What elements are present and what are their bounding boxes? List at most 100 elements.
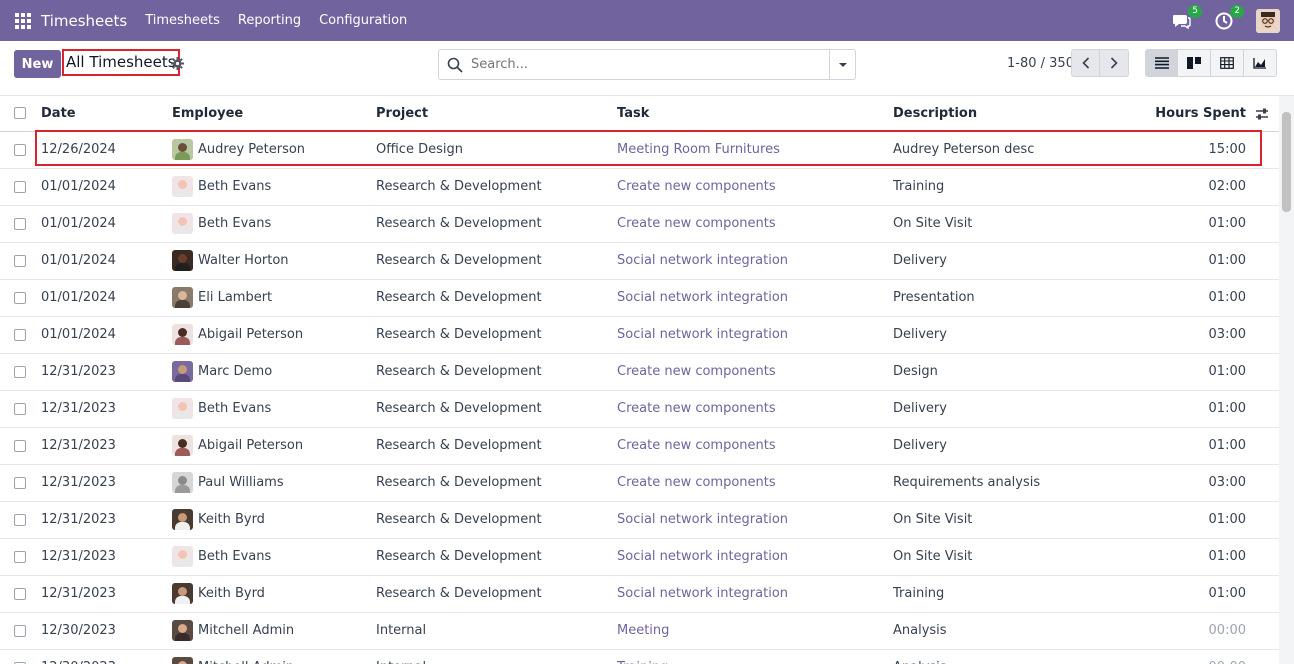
cell-project[interactable]: Research & Development: [376, 316, 617, 354]
cell-hours-spent[interactable]: 01:00: [1113, 205, 1279, 243]
cell-task[interactable]: Meeting: [617, 612, 893, 650]
row-checkbox-cell[interactable]: [0, 242, 34, 280]
cell-description[interactable]: On Site Visit: [893, 205, 1113, 243]
row-checkbox[interactable]: [14, 180, 26, 193]
table-row[interactable]: 01/01/2024 Eli Lambert Research & Develo…: [0, 279, 1279, 317]
activities-clock-icon[interactable]: 2: [1214, 4, 1244, 31]
cell-description[interactable]: Analysis: [893, 649, 1113, 664]
cell-project[interactable]: Research & Development: [376, 427, 617, 465]
cell-task[interactable]: Create new components: [617, 205, 893, 243]
row-checkbox[interactable]: [14, 254, 26, 267]
row-checkbox[interactable]: [14, 439, 26, 452]
messages-icon[interactable]: 5: [1172, 4, 1202, 31]
cell-hours-spent[interactable]: 01:00: [1113, 538, 1279, 576]
row-checkbox[interactable]: [14, 476, 26, 489]
pager-next-button[interactable]: [1100, 49, 1129, 77]
cell-hours-spent[interactable]: 01:00: [1113, 501, 1279, 539]
row-checkbox-cell[interactable]: [0, 538, 34, 576]
cell-date[interactable]: 12/31/2023: [34, 538, 172, 576]
cell-employee[interactable]: Paul Williams: [172, 464, 376, 502]
column-project[interactable]: Project: [376, 96, 617, 132]
column-hours-spent[interactable]: Hours Spent: [1113, 96, 1279, 132]
cell-date[interactable]: 12/31/2023: [34, 427, 172, 465]
vertical-scrollbar[interactable]: [1279, 96, 1294, 664]
select-all-checkbox[interactable]: [14, 107, 26, 120]
cell-description[interactable]: Audrey Peterson desc: [893, 131, 1113, 169]
cell-description[interactable]: Delivery: [893, 390, 1113, 428]
row-checkbox[interactable]: [14, 143, 26, 156]
cell-task[interactable]: Create new components: [617, 390, 893, 428]
table-row[interactable]: 01/01/2024 Walter Horton Research & Deve…: [0, 242, 1279, 280]
table-row[interactable]: 12/31/2023 Paul Williams Research & Deve…: [0, 464, 1279, 502]
cell-date[interactable]: 12/30/2023: [34, 649, 172, 664]
cell-hours-spent[interactable]: 01:00: [1113, 242, 1279, 280]
table-row[interactable]: 12/31/2023 Beth Evans Research & Develop…: [0, 390, 1279, 428]
cell-task[interactable]: Create new components: [617, 168, 893, 206]
cell-description[interactable]: Training: [893, 168, 1113, 206]
row-checkbox-cell[interactable]: [0, 612, 34, 650]
cell-task[interactable]: Training: [617, 649, 893, 664]
cell-employee[interactable]: Beth Evans: [172, 390, 376, 428]
column-employee[interactable]: Employee: [172, 96, 376, 132]
cell-employee[interactable]: Mitchell Admin: [172, 649, 376, 664]
cell-date[interactable]: 12/31/2023: [34, 390, 172, 428]
cell-task[interactable]: Social network integration: [617, 501, 893, 539]
table-row[interactable]: 12/30/2023 Mitchell Admin Internal Train…: [0, 649, 1279, 664]
cell-hours-spent[interactable]: 03:00: [1113, 316, 1279, 354]
cell-date[interactable]: 01/01/2024: [34, 242, 172, 280]
column-task[interactable]: Task: [617, 96, 893, 132]
row-checkbox-cell[interactable]: [0, 575, 34, 613]
cell-employee[interactable]: Abigail Peterson: [172, 427, 376, 465]
table-row[interactable]: 12/31/2023 Abigail Peterson Research & D…: [0, 427, 1279, 465]
search-options-toggle[interactable]: [829, 50, 855, 79]
cell-employee[interactable]: Audrey Peterson: [172, 131, 376, 169]
row-checkbox-cell[interactable]: [0, 501, 34, 539]
search-input[interactable]: [471, 57, 811, 72]
app-brand[interactable]: Timesheets: [41, 12, 127, 30]
cell-description[interactable]: Presentation: [893, 279, 1113, 317]
cell-task[interactable]: Create new components: [617, 353, 893, 391]
table-row[interactable]: 12/31/2023 Keith Byrd Research & Develop…: [0, 575, 1279, 613]
cell-employee[interactable]: Mitchell Admin: [172, 612, 376, 650]
row-checkbox[interactable]: [14, 402, 26, 415]
table-row[interactable]: 01/01/2024 Beth Evans Research & Develop…: [0, 205, 1279, 243]
column-description[interactable]: Description: [893, 96, 1113, 132]
cell-task[interactable]: Create new components: [617, 464, 893, 502]
cell-task[interactable]: Meeting Room Furnitures: [617, 131, 893, 169]
pager-previous-button[interactable]: [1071, 49, 1100, 77]
row-checkbox-cell[interactable]: [0, 390, 34, 428]
cell-description[interactable]: Delivery: [893, 316, 1113, 354]
cell-employee[interactable]: Walter Horton: [172, 242, 376, 280]
user-avatar[interactable]: [1256, 8, 1280, 33]
menu-reporting[interactable]: Reporting: [238, 13, 301, 28]
cell-task[interactable]: Social network integration: [617, 575, 893, 613]
cell-project[interactable]: Internal: [376, 649, 617, 664]
cell-employee[interactable]: Keith Byrd: [172, 501, 376, 539]
menu-timesheets[interactable]: Timesheets: [145, 13, 220, 28]
row-checkbox-cell[interactable]: [0, 168, 34, 206]
pivot-view-button[interactable]: [1211, 49, 1244, 77]
cell-date[interactable]: 12/30/2023: [34, 612, 172, 650]
row-checkbox[interactable]: [14, 291, 26, 304]
row-checkbox-cell[interactable]: [0, 316, 34, 354]
cell-project[interactable]: Research & Development: [376, 205, 617, 243]
cell-project[interactable]: Research & Development: [376, 464, 617, 502]
cell-hours-spent[interactable]: 01:00: [1113, 390, 1279, 428]
table-row[interactable]: 12/31/2023 Beth Evans Research & Develop…: [0, 538, 1279, 576]
row-checkbox-cell[interactable]: [0, 649, 34, 664]
cell-employee[interactable]: Beth Evans: [172, 168, 376, 206]
cell-hours-spent[interactable]: 00:00: [1113, 612, 1279, 650]
cell-task[interactable]: Social network integration: [617, 242, 893, 280]
menu-configuration[interactable]: Configuration: [319, 13, 407, 28]
cell-hours-spent[interactable]: 01:00: [1113, 279, 1279, 317]
cell-project[interactable]: Research & Development: [376, 390, 617, 428]
graph-view-button[interactable]: [1244, 49, 1277, 77]
row-checkbox[interactable]: [14, 513, 26, 526]
row-checkbox[interactable]: [14, 624, 26, 637]
cell-description[interactable]: Delivery: [893, 242, 1113, 280]
row-checkbox[interactable]: [14, 550, 26, 563]
cell-project[interactable]: Research & Development: [376, 279, 617, 317]
apps-menu-icon[interactable]: [15, 12, 31, 29]
cell-description[interactable]: Analysis: [893, 612, 1113, 650]
cell-project[interactable]: Research & Development: [376, 501, 617, 539]
